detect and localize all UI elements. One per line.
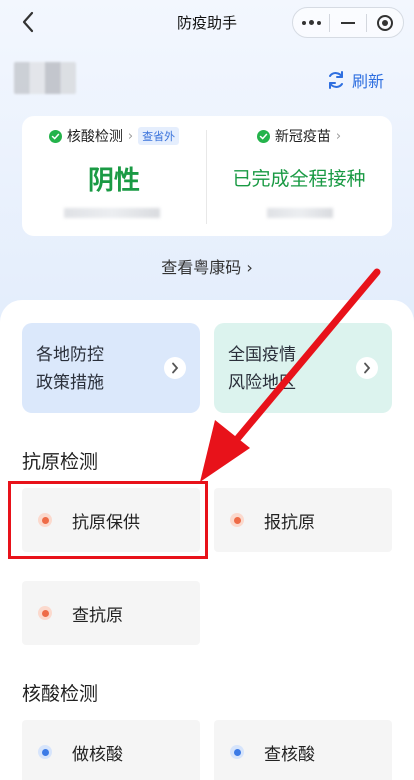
- nucleic-result: 阴性: [87, 166, 140, 196]
- tile-label: 抗原保供: [72, 512, 140, 533]
- bullet-dot-icon: [230, 513, 244, 527]
- miniprogram-capsule: [292, 7, 404, 38]
- tile-label: 报抗原: [264, 512, 315, 533]
- policy-measures-tile[interactable]: 各地防控 政策措施: [22, 323, 200, 413]
- tile-label-line2: 风险地区: [228, 373, 296, 393]
- chevron-right-icon: [356, 357, 378, 379]
- close-miniprogram-button[interactable]: [367, 8, 403, 37]
- query-nucleic-result-button[interactable]: 查核酸: [214, 720, 392, 780]
- tile-label: 查抗原: [72, 605, 123, 626]
- antigen-section-title: 抗原检测: [22, 451, 99, 473]
- chevron-right-icon: ›: [127, 128, 134, 144]
- nav-bar: 防疫助手: [0, 0, 414, 44]
- tile-label: 查核酸: [264, 744, 315, 765]
- risk-areas-tile[interactable]: 全国疫情 风险地区: [214, 323, 392, 413]
- nucleic-status[interactable]: 核酸检测 › 查省外 阴性: [22, 116, 206, 236]
- blurred-date: [64, 208, 160, 218]
- antigen-supply-button[interactable]: 抗原保供: [22, 488, 200, 552]
- minimize-button[interactable]: [330, 8, 366, 37]
- bullet-dot-icon: [38, 513, 52, 527]
- health-status-card: 核酸检测 › 查省外 阴性 新冠疫苗 › 已完成全程接种: [22, 116, 392, 236]
- nucleic-label: 核酸检测: [66, 129, 123, 145]
- vaccine-label: 新冠疫苗: [274, 129, 331, 145]
- blurred-date: [267, 208, 333, 218]
- vaccine-result: 已完成全程接种: [232, 168, 366, 190]
- tile-label-line1: 全国疫情: [228, 345, 296, 365]
- check-icon: [256, 129, 270, 143]
- more-button[interactable]: [293, 8, 329, 37]
- tile-label: 做核酸: [72, 744, 123, 765]
- more-dots-icon: [301, 20, 321, 25]
- bullet-dot-icon: [38, 606, 52, 620]
- target-icon: [377, 14, 393, 31]
- bullet-dot-icon: [38, 745, 52, 759]
- check-icon: [48, 129, 62, 143]
- query-antigen-button[interactable]: 查抗原: [22, 581, 200, 645]
- out-of-province-tag[interactable]: 查省外: [138, 127, 180, 145]
- do-nucleic-test-button[interactable]: 做核酸: [22, 720, 200, 780]
- refresh-button[interactable]: 刷新: [326, 68, 384, 92]
- blurred-username: [14, 62, 76, 94]
- chevron-right-icon: ›: [335, 128, 342, 144]
- refresh-icon: [329, 71, 343, 89]
- minus-icon: [341, 21, 355, 24]
- tile-label-line1: 各地防控: [36, 345, 104, 365]
- bullet-dot-icon: [230, 745, 244, 759]
- report-antigen-button[interactable]: 报抗原: [214, 488, 392, 552]
- tile-label-line2: 政策措施: [36, 373, 104, 393]
- chevron-right-icon: [164, 357, 186, 379]
- view-health-code-link[interactable]: 查看粤康码 ›: [0, 254, 414, 278]
- nucleic-section-title: 核酸检测: [22, 683, 99, 705]
- refresh-label: 刷新: [352, 72, 385, 91]
- vaccine-status[interactable]: 新冠疫苗 › 已完成全程接种: [207, 116, 391, 236]
